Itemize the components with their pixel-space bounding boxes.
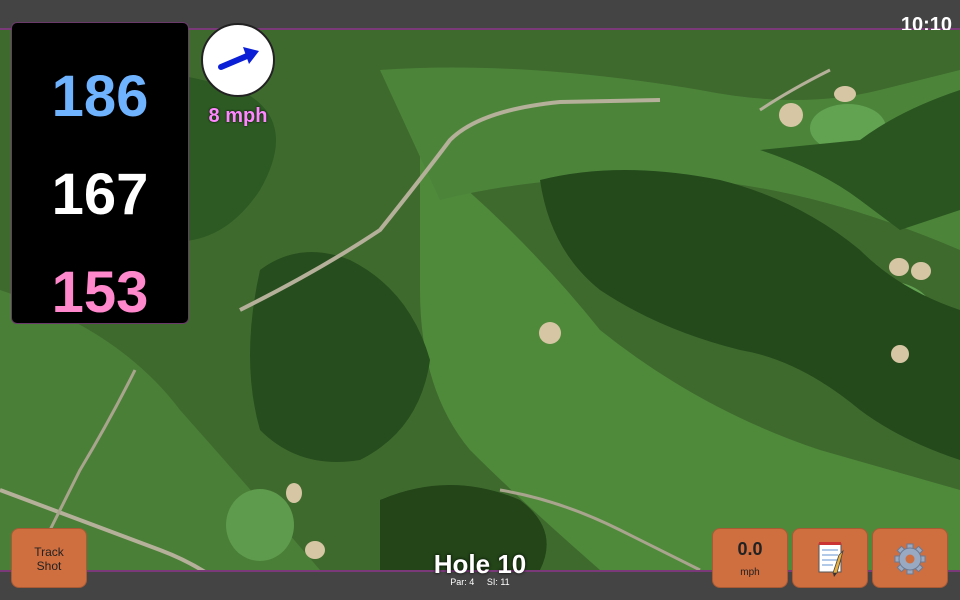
track-shot-label-line2: Shot	[36, 559, 62, 573]
hole-title: Hole 10	[433, 549, 527, 579]
speed-button[interactable]: 0.0 mph	[712, 528, 788, 588]
speed-value: 0.0	[737, 539, 763, 559]
middle-distance: 167	[51, 162, 149, 227]
gear-icon	[894, 543, 926, 575]
settings-button[interactable]	[872, 528, 948, 588]
hole-par: Par: 4	[450, 577, 475, 587]
hole-info: Par: 4 SI: 11	[380, 577, 580, 587]
notepad-icon	[818, 542, 844, 577]
track-shot-button[interactable]: Track Shot	[11, 528, 87, 588]
wind-direction-indicator	[201, 23, 275, 97]
front-distance: 153	[51, 260, 149, 325]
hole-stroke-index: SI: 11	[486, 577, 510, 587]
speed-unit: mph	[740, 567, 760, 578]
wind-direction-arrow-icon	[218, 47, 259, 70]
notes-button[interactable]	[792, 528, 868, 588]
track-shot-label-line1: Track	[34, 545, 64, 559]
back-distance: 186	[51, 64, 149, 129]
distance-panel: 186 167 153	[11, 22, 189, 325]
wind-speed: 8 mph	[208, 105, 268, 127]
